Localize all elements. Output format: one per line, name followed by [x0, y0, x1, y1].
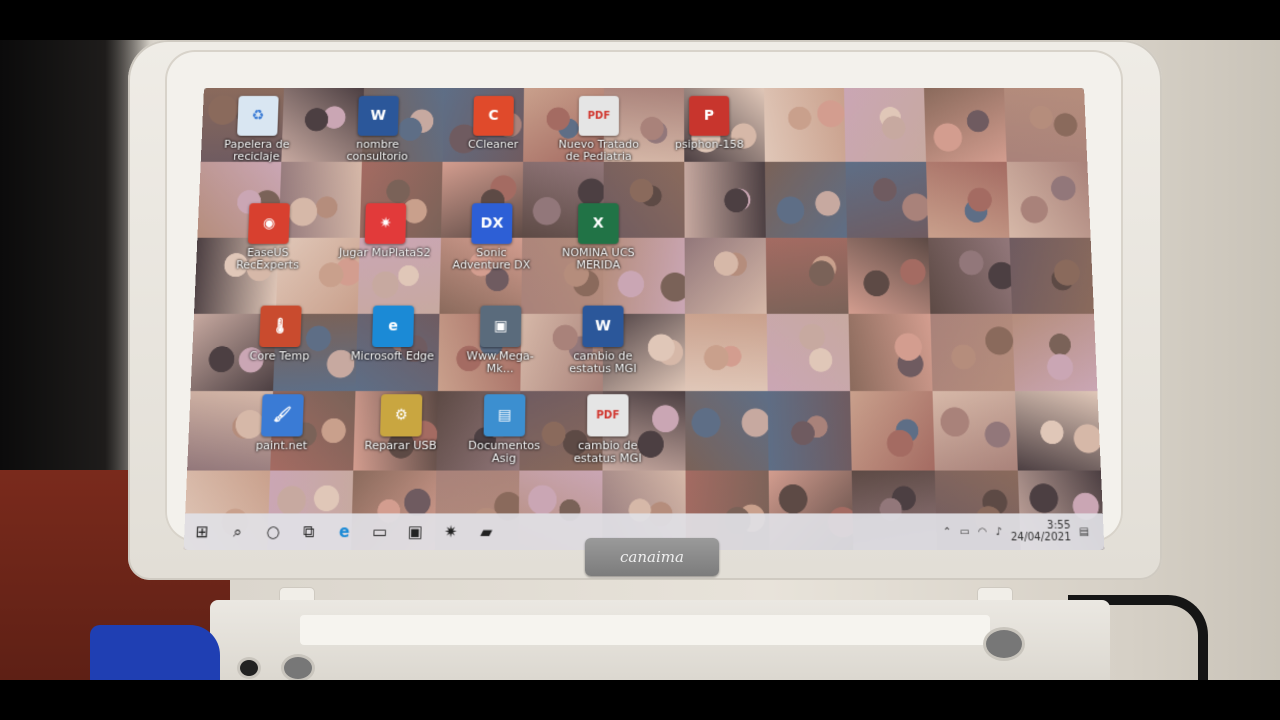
- word-document-icon: W: [582, 305, 624, 348]
- desktop-icon[interactable]: ◉ EaseUS RecExperts: [221, 203, 315, 272]
- desktop-icon-label: Jugar MuPlataS2: [338, 245, 431, 260]
- desktop-icon-label: Microsoft Edge: [350, 349, 435, 363]
- psiphon-icon: P: [689, 95, 730, 136]
- task-view-icon[interactable]: ⧉: [290, 513, 327, 550]
- thermometer-icon: 🌡: [259, 305, 302, 348]
- laptop-base-panel: [300, 615, 990, 645]
- edge-browser-icon[interactable]: e: [326, 513, 363, 550]
- desktop-icon-label: cambio de estatus MGI: [569, 349, 637, 376]
- desktop-icon-label: CCleaner: [467, 137, 519, 151]
- desktop-icon-label: Documentos Asig: [468, 438, 541, 466]
- system-tray: ⌃ ▭ ◠ ♪ 3:55 24/04/2021 ▤: [942, 520, 1104, 544]
- power-button[interactable]: [986, 630, 1022, 658]
- ccleaner-icon: C: [473, 95, 514, 136]
- desktop-icon-label: Sonic Adventure DX: [452, 245, 531, 272]
- desktop-icon[interactable]: 🌡 Core Temp: [233, 305, 327, 363]
- sonic-adventure-icon: DX: [471, 203, 513, 244]
- desktop-icon[interactable]: PDF cambio de estatus MGI: [561, 394, 654, 465]
- app-icon[interactable]: ✷: [433, 513, 469, 550]
- shortcut-icon: ▣: [479, 305, 522, 348]
- file-explorer-icon[interactable]: ▭: [361, 513, 397, 550]
- desktop-icon[interactable]: ▣ Www.Mega-Mk...: [454, 305, 547, 376]
- desktop-icon[interactable]: PDF Nuevo Tratado de Pediatria: [553, 95, 644, 163]
- usb-repair-icon: ⚙: [380, 394, 423, 437]
- desktop-icon[interactable]: DX Sonic Adventure DX: [445, 203, 537, 272]
- canaima-logo: canaima: [585, 538, 719, 576]
- pdf-icon: PDF: [587, 394, 629, 437]
- desktop-icon-label: Reparar USB: [364, 438, 437, 453]
- desktop-icon[interactable]: e Microsoft Edge: [346, 305, 440, 363]
- notifications-icon[interactable]: ▤: [1079, 526, 1089, 538]
- desktop-icon-label: Www.Mega-Mk...: [466, 349, 534, 376]
- game-shortcut-icon: ✷: [364, 203, 407, 244]
- desktop-icon[interactable]: ▤ Documentos Asig: [457, 394, 551, 465]
- easeus-recexperts-icon: ◉: [247, 203, 290, 244]
- desktop-icon-label: NOMINA UCS MERIDA: [561, 245, 635, 272]
- word-document-icon: W: [357, 95, 399, 136]
- taskbar-items: ⊞ ⌕ ○ ⧉ e ▭ ▣ ✷ ▰: [184, 513, 505, 550]
- chevron-up-icon[interactable]: ⌃: [943, 526, 952, 538]
- desktop-icon-label: Papelera de reciclaje: [223, 137, 290, 163]
- desktop-icon-label: paint.net: [255, 438, 308, 453]
- battery-icon[interactable]: ▭: [960, 526, 970, 538]
- desktop-icon[interactable]: Wcambio de estatus MGI: [557, 305, 650, 376]
- desktop-icon[interactable]: ✷ Jugar MuPlataS2: [339, 203, 432, 259]
- desktop-icons: ♻ Papelera de reciclaje Wnombre consultori…: [185, 88, 1103, 513]
- app-icon[interactable]: ▰: [468, 513, 504, 550]
- indicator-light: [240, 660, 258, 676]
- desktop-icon-label: cambio de estatus MGI: [573, 438, 642, 466]
- wifi-icon[interactable]: ◠: [978, 526, 988, 538]
- desktop-icon[interactable]: C CCleaner: [448, 95, 539, 151]
- cortana-icon[interactable]: ○: [255, 513, 292, 550]
- speaker-icon[interactable]: ♪: [995, 526, 1002, 538]
- folder-shortcut-icon: ▤: [483, 394, 526, 437]
- desktop-icon-label: psiphon-158: [674, 137, 744, 151]
- desktop-icon[interactable]: Ppsiphon-158: [664, 95, 755, 151]
- paint-net-icon: 🖌: [261, 394, 304, 437]
- desktop-icon[interactable]: ⚙ Reparar USB: [354, 394, 448, 452]
- desktop-icon[interactable]: 🖌 paint.net: [235, 394, 330, 452]
- photo: ♻ Papelera de reciclaje Wnombre consultori…: [0, 40, 1280, 680]
- pdf-icon: PDF: [578, 95, 619, 136]
- clock[interactable]: 3:55 24/04/2021: [1010, 519, 1072, 544]
- edge-browser-icon: e: [372, 305, 415, 348]
- desktop-icon-label: EaseUS RecExperts: [235, 245, 300, 272]
- excel-document-icon: X: [577, 203, 619, 244]
- laptop-screen: ♻ Papelera de reciclaje Wnombre consultori…: [183, 88, 1105, 551]
- store-icon[interactable]: ▣: [397, 513, 433, 550]
- clock-time: 3:55: [1046, 519, 1071, 532]
- desktop-icon-label: nombre consultorio: [346, 137, 408, 163]
- desktop-icon-label: Nuevo Tratado de Pediatria: [558, 137, 639, 163]
- desktop-icon[interactable]: X NOMINA UCS MERIDA: [552, 203, 644, 272]
- windows-start-icon[interactable]: ⊞: [184, 513, 221, 550]
- desktop-icon[interactable]: Wnombre consultorio: [332, 95, 424, 163]
- left-button[interactable]: [284, 657, 312, 679]
- desktop-icon-label: Core Temp: [249, 349, 310, 363]
- desktop-icon[interactable]: ♻ Papelera de reciclaje: [211, 95, 304, 163]
- recycle-bin-icon: ♻: [237, 95, 279, 136]
- blue-connector: [90, 625, 220, 680]
- search-icon[interactable]: ⌕: [219, 513, 256, 550]
- clock-date: 24/04/2021: [1010, 531, 1072, 544]
